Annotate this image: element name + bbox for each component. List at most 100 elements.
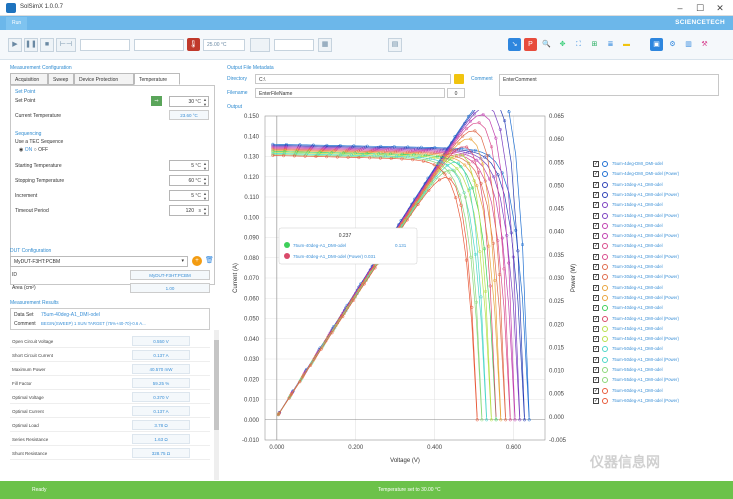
spinner-arrows-icon[interactable]: ▲ ▼	[203, 206, 207, 216]
report-icon[interactable]: ▥	[682, 38, 695, 51]
apply-set-point-button[interactable]: ⇒	[151, 96, 162, 106]
scrollbar-thumb[interactable]	[214, 340, 219, 430]
legend-item[interactable]: ✓ 75um-60deg-A1_DMI-odel (Power)	[590, 397, 710, 406]
legend-item[interactable]: ✓ 75um-4deg-DMI_DMI-odel (Power)	[590, 170, 710, 179]
legend-item[interactable]: ✓ 75um-20deg-A1_DMI-odel (Power)	[590, 232, 710, 241]
increment-spinner[interactable]: 5 °C ▲ ▼	[169, 190, 209, 201]
table-icon[interactable]: ▤	[388, 38, 402, 52]
folder-icon[interactable]: ▬	[620, 38, 633, 51]
legend-item[interactable]: ✓ 75um-60deg-A1_DMI-odel	[590, 387, 710, 396]
checkbox-icon[interactable]: ✓	[593, 387, 599, 394]
legend-item[interactable]: ✓ 75um-55deg-A1_DMI-odel	[590, 366, 710, 375]
pan-icon[interactable]: ✥	[556, 38, 569, 51]
tab-acquisition[interactable]: Acquisition	[10, 73, 48, 85]
play-icon[interactable]: ▶	[8, 38, 22, 52]
legend-item[interactable]: ✓ 75um-10deg-A1_DMI-odel (Power)	[590, 191, 710, 200]
checkbox-icon[interactable]: ✓	[593, 212, 599, 219]
tec-on-button[interactable]	[250, 38, 270, 52]
tab-device-protection[interactable]: Device Protection	[74, 73, 134, 85]
timeout-spinner[interactable]: 120 s ▲ ▼	[169, 205, 209, 216]
zoom-icon[interactable]: 🔍	[540, 38, 553, 51]
grid-icon[interactable]: ▦	[318, 38, 332, 52]
legend-item[interactable]: ✓ 75um-35deg-A1_DMI-odel (Power)	[590, 294, 710, 303]
checkbox-icon[interactable]: ✓	[593, 367, 599, 373]
comment-input[interactable]: EnterComment	[499, 74, 719, 96]
starting-temp-spinner[interactable]: 5 °C ▲ ▼	[169, 160, 209, 171]
stop-icon[interactable]: ■	[40, 38, 54, 52]
delete-dut-icon[interactable]: 🗑	[205, 256, 214, 266]
checkbox-icon[interactable]: ✓	[593, 356, 599, 363]
axes-icon[interactable]: ⊞	[588, 38, 601, 51]
spinner-arrows-icon[interactable]: ▲ ▼	[203, 161, 207, 171]
tab-run[interactable]: Run	[6, 17, 28, 30]
legend-icon[interactable]: ≣	[604, 38, 617, 51]
checkbox-icon[interactable]: ✓	[593, 233, 599, 240]
legend-item[interactable]: ✓ 75um-50deg-A1_DMI-odel (Power)	[590, 356, 710, 365]
dut-select[interactable]: MyDUT-F3HT:PCBM ▾	[10, 256, 188, 267]
legend-item[interactable]: ✓ 75um-20deg-A1_DMI-odel	[590, 222, 710, 231]
filename-index-input[interactable]: 0	[447, 88, 465, 98]
legend-item[interactable]: ✓ 75um-40deg-A1_DMI-odel (Power)	[590, 315, 710, 324]
iv-chart[interactable]: 0.150 0.140 0.130 0.120 0.110 0.100 0.090 0.080…	[227, 88, 597, 470]
checkbox-icon[interactable]: ✓	[593, 171, 599, 178]
legend-item[interactable]: ✓ 75um-25deg-A1_DMI-odel	[590, 242, 710, 251]
legend-item[interactable]: ✓ 75um-15deg-A1_DMI-odel	[590, 201, 710, 210]
checkbox-icon[interactable]: ✓	[593, 191, 599, 198]
checkbox-icon[interactable]: ✓	[593, 161, 599, 167]
legend-item[interactable]: ✓ 75um-10deg-A1_DMI-odel	[590, 181, 710, 190]
save-icon[interactable]: ▣	[650, 38, 663, 51]
maximize-button[interactable]: ☐	[692, 2, 708, 14]
legend-item[interactable]: ✓ 75um-4deg-DMI_DMI-odel	[590, 160, 710, 169]
chart-settings-icon[interactable]: ⚙	[666, 38, 679, 51]
set-point-spinner[interactable]: 30 °C ▲ ▼	[169, 96, 209, 107]
checkbox-icon[interactable]: ✓	[593, 202, 599, 209]
checkbox-icon[interactable]: ✓	[593, 346, 599, 353]
checkbox-icon[interactable]: ✓	[593, 325, 599, 332]
settings-icon[interactable]: ⚒	[698, 38, 711, 51]
pdf-icon[interactable]: P	[524, 38, 537, 51]
radio-on-icon[interactable]: ◉	[19, 147, 23, 153]
sweep-settings-button[interactable]: ⊢⊣	[56, 38, 76, 52]
stopping-temp-spinner[interactable]: 60 °C ▲ ▼	[169, 175, 209, 186]
spinner-arrows-icon[interactable]: ▲ ▼	[203, 191, 207, 201]
checkbox-icon[interactable]: ✓	[593, 305, 599, 312]
checkbox-icon[interactable]: ✓	[593, 243, 599, 250]
checkbox-icon[interactable]: ✓	[593, 377, 599, 384]
checkbox-icon[interactable]: ✓	[593, 397, 599, 404]
spinner-arrows-icon[interactable]: ▲ ▼	[203, 97, 207, 107]
add-dut-icon[interactable]: +	[192, 256, 202, 266]
legend-item[interactable]: ✓ 75um-30deg-A1_DMI-odel	[590, 263, 710, 272]
tab-sweep[interactable]: Sweep	[48, 73, 74, 85]
legend-item[interactable]: ✓ 75um-35deg-A1_DMI-odel	[590, 284, 710, 293]
directory-input[interactable]: C:\	[255, 74, 451, 84]
temperature-field[interactable]: 25.00 °C	[203, 39, 245, 51]
checkbox-icon[interactable]: ✓	[593, 315, 599, 322]
folder-browse-icon[interactable]	[454, 74, 464, 84]
checkbox-icon[interactable]: ✓	[593, 284, 599, 291]
checkbox-icon[interactable]: ✓	[593, 222, 599, 229]
legend-item[interactable]: ✓ 75um-25deg-A1_DMI-odel (Power)	[590, 253, 710, 262]
checkbox-icon[interactable]: ✓	[593, 336, 599, 343]
checkbox-icon[interactable]: ✓	[593, 253, 599, 260]
range-field[interactable]	[134, 39, 184, 51]
close-button[interactable]: ✕	[712, 2, 728, 14]
legend-item[interactable]: ✓ 75um-45deg-A1_DMI-odel (Power)	[590, 335, 710, 344]
spinner-arrows-icon[interactable]: ▲ ▼	[203, 176, 207, 186]
checkbox-icon[interactable]: ✓	[593, 264, 599, 270]
legend-item[interactable]: ✓ 75um-45deg-A1_DMI-odel	[590, 325, 710, 334]
results-scrollbar[interactable]	[214, 330, 219, 480]
sweep-field[interactable]	[80, 39, 130, 51]
radio-off-icon[interactable]: ○	[34, 147, 37, 153]
checkbox-icon[interactable]: ✓	[593, 294, 599, 301]
tec-field[interactable]	[274, 39, 314, 51]
checkbox-icon[interactable]: ✓	[593, 181, 599, 188]
chart-svg[interactable]: 0.150 0.140 0.130 0.120 0.110 0.100 0.090 0.080…	[227, 88, 597, 470]
fit-icon[interactable]: ⛶	[572, 38, 585, 51]
tab-temperature[interactable]: Temperature	[134, 73, 180, 85]
temperature-icon[interactable]: 🌡	[187, 38, 200, 51]
checkbox-icon[interactable]: ✓	[593, 274, 599, 281]
pause-icon[interactable]: ❚❚	[24, 38, 38, 52]
export-icon[interactable]: ↘	[508, 38, 521, 51]
legend-item[interactable]: ✓ 75um-15deg-A1_DMI-odel (Power)	[590, 212, 710, 221]
legend-item[interactable]: ✓ 75um-50deg-A1_DMI-odel	[590, 345, 710, 354]
